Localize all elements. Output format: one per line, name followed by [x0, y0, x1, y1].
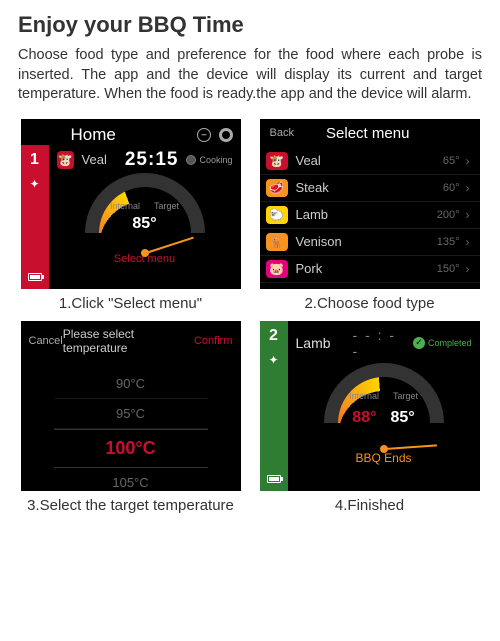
- finished-screen: 2 ✦ Lamb - - : - - ✓ Completed: [260, 321, 480, 491]
- screen-title: Select menu: [326, 125, 409, 142]
- gauge-needle-icon: [145, 236, 193, 253]
- battery-icon: [267, 475, 281, 483]
- home-screen: Home 1 ✦ 🐮 Veal 25:15 Cooking: [21, 119, 241, 289]
- food-name: Veal: [296, 153, 321, 168]
- step-4: 2 ✦ Lamb - - : - - ✓ Completed: [257, 321, 482, 515]
- food-row-venison[interactable]: 🦌 Venison 135° ›: [260, 229, 480, 256]
- status-badge: Cooking: [186, 155, 232, 165]
- food-name: Venison: [296, 234, 342, 249]
- food-row-steak[interactable]: 🥩 Steak 60° ›: [260, 175, 480, 202]
- steps-grid: Home 1 ✦ 🐮 Veal 25:15 Cooking: [18, 119, 482, 515]
- food-row-pork[interactable]: 🐷 Pork 150° ›: [260, 256, 480, 283]
- battery-icon: [28, 273, 42, 281]
- pork-icon: 🐷: [266, 260, 288, 278]
- step-1: Home 1 ✦ 🐮 Veal 25:15 Cooking: [18, 119, 243, 313]
- label-target: Target: [154, 201, 179, 211]
- check-icon: ✓: [413, 337, 425, 349]
- temperature-gauge: Internal Target 85°: [57, 173, 233, 253]
- chevron-right-icon: ›: [466, 181, 470, 195]
- food-name: Lamb: [296, 207, 329, 222]
- gear-icon[interactable]: [219, 128, 233, 142]
- cook-timer: 25:15: [125, 149, 179, 171]
- chevron-right-icon: ›: [466, 262, 470, 276]
- food-name: Steak: [296, 180, 329, 195]
- label-target: Target: [393, 391, 418, 401]
- food-name: Veal: [82, 152, 107, 167]
- temp-option[interactable]: 105°C: [54, 468, 208, 491]
- lamb-icon: 🐑: [266, 206, 288, 224]
- food-name: Lamb: [296, 335, 331, 351]
- probe-number: 1: [30, 151, 39, 169]
- cancel-button[interactable]: Cancel: [29, 335, 63, 347]
- confirm-button[interactable]: Confirm: [194, 335, 233, 347]
- status-text: Completed: [428, 338, 472, 348]
- food-temp: 200°: [437, 209, 460, 221]
- probe-number: 2: [269, 327, 278, 345]
- step-2: Back Select menu 🐮 Veal 65° › 🥩 Steak 60° › 🐑 Lam…: [257, 119, 482, 313]
- temp-target: 85°: [391, 409, 415, 427]
- status-text: Cooking: [199, 155, 232, 165]
- bbq-ends-label: BBQ Ends: [296, 451, 472, 465]
- label-internal: Internal: [110, 201, 140, 211]
- venison-icon: 🦌: [266, 233, 288, 251]
- bluetooth-icon: ✦: [29, 177, 39, 191]
- chevron-right-icon: ›: [466, 208, 470, 222]
- label-internal: Internal: [349, 391, 379, 401]
- probe-sidebar: 2 ✦: [260, 321, 288, 491]
- steak-icon: 🥩: [266, 179, 288, 197]
- temp-internal: 85°: [132, 215, 156, 233]
- temperature-picker[interactable]: 90°C95°C100°C105°C110°C: [21, 361, 241, 491]
- status-badge: ✓ Completed: [413, 337, 472, 349]
- screen-title: Please select temperature: [63, 327, 194, 355]
- select-temperature-screen: Cancel Please select temperature Confirm…: [21, 321, 241, 491]
- temperature-gauge: Internal Target 88° 85°: [296, 363, 472, 449]
- step-caption: 1.Click "Select menu": [59, 295, 202, 313]
- chevron-right-icon: ›: [466, 154, 470, 168]
- food-row-lamb[interactable]: 🐑 Lamb 200° ›: [260, 202, 480, 229]
- step-3: Cancel Please select temperature Confirm…: [18, 321, 243, 515]
- food-temp: 65°: [443, 155, 460, 167]
- cook-timer: - - : - -: [353, 327, 405, 359]
- refresh-icon[interactable]: [197, 128, 211, 142]
- temp-option[interactable]: 100°C: [54, 429, 208, 468]
- screen-title: Home: [71, 125, 116, 145]
- veal-icon: 🐮: [266, 152, 288, 170]
- step-caption: 3.Select the target temperature: [27, 497, 234, 515]
- step-caption: 4.Finished: [335, 497, 404, 515]
- food-temp: 60°: [443, 182, 460, 194]
- food-icon: 🐮: [57, 151, 74, 169]
- bluetooth-icon: ✦: [268, 353, 278, 367]
- page-title: Enjoy your BBQ Time: [18, 12, 482, 38]
- page-description: Choose food type and preference for the …: [18, 46, 482, 105]
- temp-internal: 88°: [352, 409, 376, 427]
- food-name: Pork: [296, 261, 323, 276]
- back-button[interactable]: Back: [270, 127, 294, 139]
- gauge-needle-icon: [384, 444, 436, 450]
- step-caption: 2.Choose food type: [304, 295, 434, 313]
- status-dot-icon: [186, 155, 196, 165]
- select-menu-screen: Back Select menu 🐮 Veal 65° › 🥩 Steak 60° › 🐑 Lam…: [260, 119, 480, 289]
- temp-option[interactable]: 95°C: [54, 399, 208, 429]
- food-row-veal[interactable]: 🐮 Veal 65° ›: [260, 148, 480, 175]
- chevron-right-icon: ›: [466, 235, 470, 249]
- probe-sidebar: 1 ✦: [21, 145, 49, 289]
- food-temp: 150°: [437, 263, 460, 275]
- food-temp: 135°: [437, 236, 460, 248]
- temp-option[interactable]: 90°C: [54, 369, 208, 399]
- food-list: 🐮 Veal 65° › 🥩 Steak 60° › 🐑 Lamb 200° › 🦌 Venison 135…: [260, 148, 480, 283]
